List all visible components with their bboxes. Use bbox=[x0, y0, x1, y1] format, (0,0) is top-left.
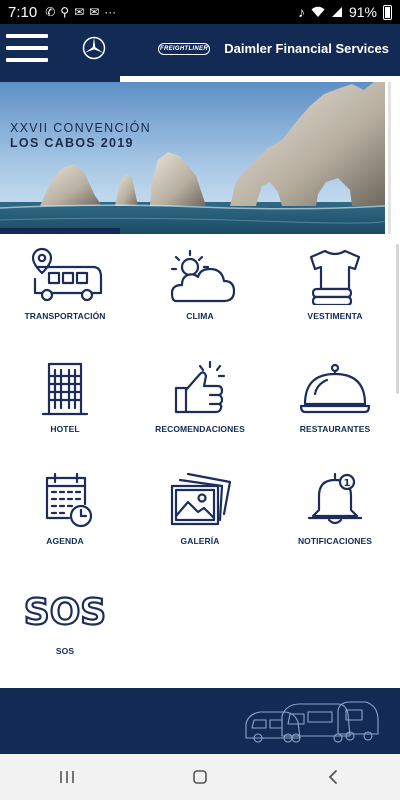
signal-icon bbox=[331, 7, 342, 17]
menu-item-transportacion[interactable]: TRANSPORTACIÓN bbox=[0, 245, 130, 345]
banner-title-line2: LOS CABOS 2019 bbox=[10, 136, 134, 150]
mute-icon: ♪ bbox=[297, 4, 305, 20]
menu-item-vestimenta[interactable]: VESTIMENTA bbox=[270, 245, 400, 345]
menu-item-restaurantes[interactable]: RESTAURANTES bbox=[270, 358, 400, 458]
home-button[interactable] bbox=[185, 762, 215, 792]
recent-apps-icon bbox=[59, 771, 74, 783]
menu-item-notificaciones[interactable]: 1 NOTIFICACIONES bbox=[270, 470, 400, 570]
thumbs-up-icon bbox=[174, 360, 226, 414]
bus-location-icon bbox=[31, 247, 103, 302]
sos-icon-text: SOS bbox=[24, 592, 106, 633]
convention-banner: XXVII CONVENCIÓN LOS CABOS 2019 bbox=[0, 82, 385, 234]
status-time: 7:10 bbox=[8, 3, 38, 21]
menu-item-label: NOTIFICACIONES bbox=[297, 536, 373, 546]
battery-percent: 91% bbox=[348, 4, 377, 20]
banner-accent-bar bbox=[0, 228, 120, 234]
sos-icon: SOS bbox=[23, 591, 108, 634]
system-nav-bar bbox=[0, 754, 400, 800]
notification-icons: ✆ ⚲ ✉ ✉ ··· bbox=[45, 5, 116, 19]
clothing-icon bbox=[309, 249, 361, 305]
menu-item-label: RECOMENDACIONES bbox=[155, 424, 245, 434]
back-button[interactable] bbox=[318, 762, 348, 792]
menu-item-agenda[interactable]: AGENDA bbox=[0, 470, 130, 570]
freightliner-logo: FREIGHTLINER bbox=[158, 43, 210, 55]
calendar-clock-icon bbox=[45, 472, 93, 528]
bell-notification-icon: 1 bbox=[307, 472, 363, 525]
email-icon: ✉ bbox=[74, 5, 85, 19]
weather-sun-cloud-icon bbox=[170, 249, 236, 303]
menu-item-label: TRANSPORTACIÓN bbox=[24, 311, 106, 321]
email-icon: ✉ bbox=[89, 5, 100, 19]
vehicles-illustration bbox=[245, 701, 379, 743]
menu-item-label: GALERÍA bbox=[180, 536, 220, 546]
wifi-icon bbox=[311, 6, 325, 17]
menu-item-recomendaciones[interactable]: RECOMENDACIONES bbox=[135, 358, 265, 458]
home-icon bbox=[193, 770, 207, 784]
menu-item-label: RESTAURANTES bbox=[299, 424, 371, 434]
food-cloche-icon bbox=[299, 363, 371, 414]
status-bar: 7:10 ✆ ⚲ ✉ ✉ ··· ♪ 91% bbox=[0, 0, 400, 24]
los-cabos-arch-photo bbox=[0, 82, 385, 234]
app-bar: FREIGHTLINER Daimler Financial Services bbox=[0, 24, 400, 76]
recent-apps-button[interactable] bbox=[52, 762, 82, 792]
carousel-edge bbox=[388, 82, 391, 234]
footer-bar bbox=[0, 688, 400, 754]
menu-item-label: AGENDA bbox=[46, 536, 84, 546]
menu-item-label: SOS bbox=[55, 646, 75, 656]
app-title: Daimler Financial Services bbox=[224, 41, 389, 56]
more-icon: ··· bbox=[104, 5, 117, 19]
menu-item-sos[interactable]: SOS SOS bbox=[0, 580, 130, 680]
hotel-building-icon bbox=[41, 362, 89, 416]
battery-icon bbox=[383, 4, 392, 20]
menu-item-label: HOTEL bbox=[50, 424, 80, 434]
notification-badge-count: 1 bbox=[344, 478, 351, 489]
photo-gallery-icon bbox=[170, 472, 232, 526]
menu-item-clima[interactable]: CLIMA bbox=[135, 245, 265, 345]
banner-title-line1: XXVII CONVENCIÓN bbox=[10, 121, 151, 135]
menu-hamburger-icon[interactable] bbox=[6, 32, 48, 64]
mercedes-star-icon bbox=[82, 36, 106, 60]
menu-item-label: VESTIMENTA bbox=[307, 311, 363, 321]
back-icon bbox=[329, 770, 338, 784]
call-icon: ✆ bbox=[45, 5, 56, 19]
menu-item-galeria[interactable]: GALERÍA bbox=[135, 470, 265, 570]
menu-item-hotel[interactable]: HOTEL bbox=[0, 358, 130, 458]
menu-item-label: CLIMA bbox=[186, 311, 214, 321]
usb-icon: ⚲ bbox=[60, 5, 70, 19]
